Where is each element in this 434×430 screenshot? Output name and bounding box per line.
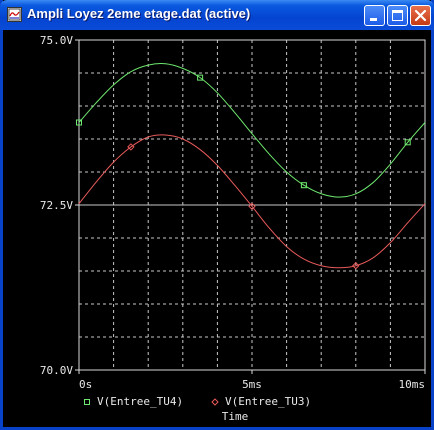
app-icon[interactable] [7, 7, 22, 22]
app-window: Ampli Loyez 2eme etage.dat (active) 0s 5m… [0, 0, 434, 430]
legend-marker-square [84, 399, 90, 405]
x-tick-label: 10ms [399, 378, 426, 391]
title-bar[interactable]: Ampli Loyez 2eme etage.dat (active) [0, 0, 434, 30]
close-icon [414, 9, 427, 22]
maximize-icon [392, 10, 403, 21]
minimize-button[interactable] [364, 5, 385, 26]
legend-label-series-1: V(Entree_TU4) [97, 395, 183, 408]
x-tick-label: 5ms [242, 378, 262, 391]
waveform-plot[interactable]: 0s 5ms 10ms 70.0V 72.5V 75.0V V(Entree_TU4) V… [3, 30, 431, 427]
y-tick-label: 75.0V [40, 34, 73, 47]
close-button[interactable] [410, 5, 431, 26]
x-tick-label: 0s [79, 378, 92, 391]
minimize-icon [370, 18, 377, 21]
maximize-button[interactable] [387, 5, 408, 26]
legend-marker-diamond [211, 398, 219, 406]
window-title: Ampli Loyez 2eme etage.dat (active) [27, 6, 251, 21]
y-tick-label: 72.5V [40, 199, 73, 212]
x-axis-label: Time [222, 410, 249, 423]
y-tick-label: 70.0V [40, 364, 73, 377]
legend-label-series-2: V(Entree_TU3) [225, 395, 311, 408]
